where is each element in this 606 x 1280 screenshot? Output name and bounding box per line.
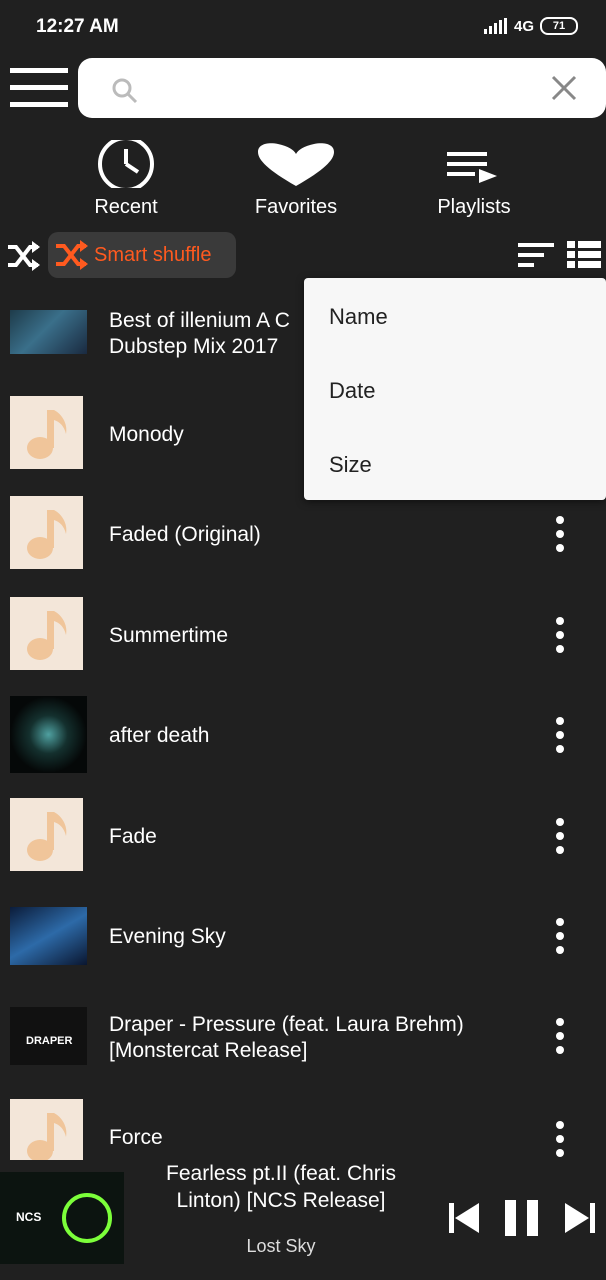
menu-icon[interactable] (10, 68, 68, 108)
search-bar (78, 58, 606, 118)
status-indicators: 4G 71 (483, 17, 578, 35)
list-view-icon[interactable] (567, 241, 601, 269)
list-item[interactable]: after death (0, 685, 606, 785)
song-title: Summertime (109, 624, 229, 647)
album-art-ring (62, 1193, 112, 1243)
list-item[interactable]: Force (0, 1087, 606, 1160)
list-item[interactable]: DRAPER Draper - Pressure (feat. Laura Br… (0, 986, 606, 1086)
list-item[interactable]: Evening Sky (0, 886, 606, 986)
network-type: 4G (513, 17, 534, 35)
song-thumbnail: DRAPER (10, 1007, 87, 1065)
more-options-icon[interactable] (548, 514, 572, 554)
song-title: Draper - Pressure (feat. Laura Brehm) [M… (109, 1012, 464, 1064)
song-title-line2: [Monstercat Release] (109, 1039, 308, 1062)
sort-icon[interactable] (518, 243, 554, 269)
song-title: Best of illenium A C Dubstep Mix 2017 (109, 308, 290, 360)
more-options-icon[interactable] (548, 715, 572, 755)
song-thumbnail (10, 696, 87, 773)
song-title: Force (109, 1126, 163, 1149)
next-icon[interactable] (565, 1203, 595, 1233)
song-title: Evening Sky (109, 925, 226, 948)
list-item[interactable]: Fade (0, 786, 606, 886)
more-options-icon[interactable] (548, 816, 572, 856)
sort-menu: Name Date Size (304, 278, 606, 500)
shuffle-icon[interactable] (6, 239, 40, 273)
song-title: Monody (109, 423, 184, 446)
previous-icon[interactable] (449, 1203, 479, 1233)
song-title-line2: Dubstep Mix 2017 (109, 335, 279, 358)
battery-icon: 71 (540, 17, 578, 35)
song-thumbnail (10, 907, 87, 965)
song-title: Fade (109, 825, 157, 848)
album-art: NCS (0, 1172, 124, 1264)
close-icon[interactable] (550, 74, 578, 102)
song-thumbnail (10, 310, 87, 354)
now-playing-title-line2: Linton) [NCS Release] (176, 1189, 386, 1212)
more-options-icon[interactable] (548, 1016, 572, 1056)
sort-option-name[interactable]: Name (329, 304, 388, 330)
song-title-line1: Best of illenium A C (109, 309, 290, 332)
song-title-line1: Draper - Pressure (feat. Laura Brehm) (109, 1013, 464, 1036)
tab-favorites-label: Favorites (254, 196, 338, 218)
music-note-icon (10, 396, 83, 469)
music-note-icon (10, 597, 83, 670)
music-note-icon (10, 798, 83, 871)
smart-shuffle-button[interactable]: Smart shuffle (48, 232, 236, 278)
now-playing-title-line1: Fearless pt.II (feat. Chris (166, 1162, 396, 1185)
sort-option-size[interactable]: Size (329, 452, 372, 478)
shuffle-icon (56, 240, 88, 270)
song-title: after death (109, 724, 210, 747)
signal-icon (483, 18, 507, 34)
smart-shuffle-label: Smart shuffle (94, 244, 212, 266)
status-time: 12:27 AM (36, 16, 119, 37)
more-options-icon[interactable] (548, 916, 572, 956)
clock-icon (98, 140, 154, 188)
status-bar: 12:27 AM 4G 71 (0, 0, 606, 52)
song-title: Faded (Original) (109, 523, 261, 546)
list-item[interactable]: Summertime (0, 585, 606, 685)
now-playing-title: Fearless pt.II (feat. Chris Linton) [NCS… (128, 1160, 434, 1214)
sort-option-date[interactable]: Date (329, 378, 375, 404)
more-options-icon[interactable] (548, 615, 572, 655)
music-note-icon (10, 1099, 83, 1160)
now-playing-artist: Lost Sky (246, 1236, 316, 1256)
playlist-icon (447, 152, 497, 183)
music-note-icon (10, 496, 83, 569)
search-input[interactable] (138, 70, 542, 108)
draper-thumb-text: DRAPER (26, 1035, 73, 1047)
ncs-thumb-text: NCS (16, 1210, 42, 1224)
tab-recent-label: Recent (94, 196, 158, 218)
more-options-icon[interactable] (548, 1119, 572, 1159)
heart-icon (258, 143, 334, 186)
tab-playlists-label: Playlists (437, 196, 511, 218)
pause-icon[interactable] (505, 1200, 539, 1236)
search-icon (112, 78, 138, 104)
